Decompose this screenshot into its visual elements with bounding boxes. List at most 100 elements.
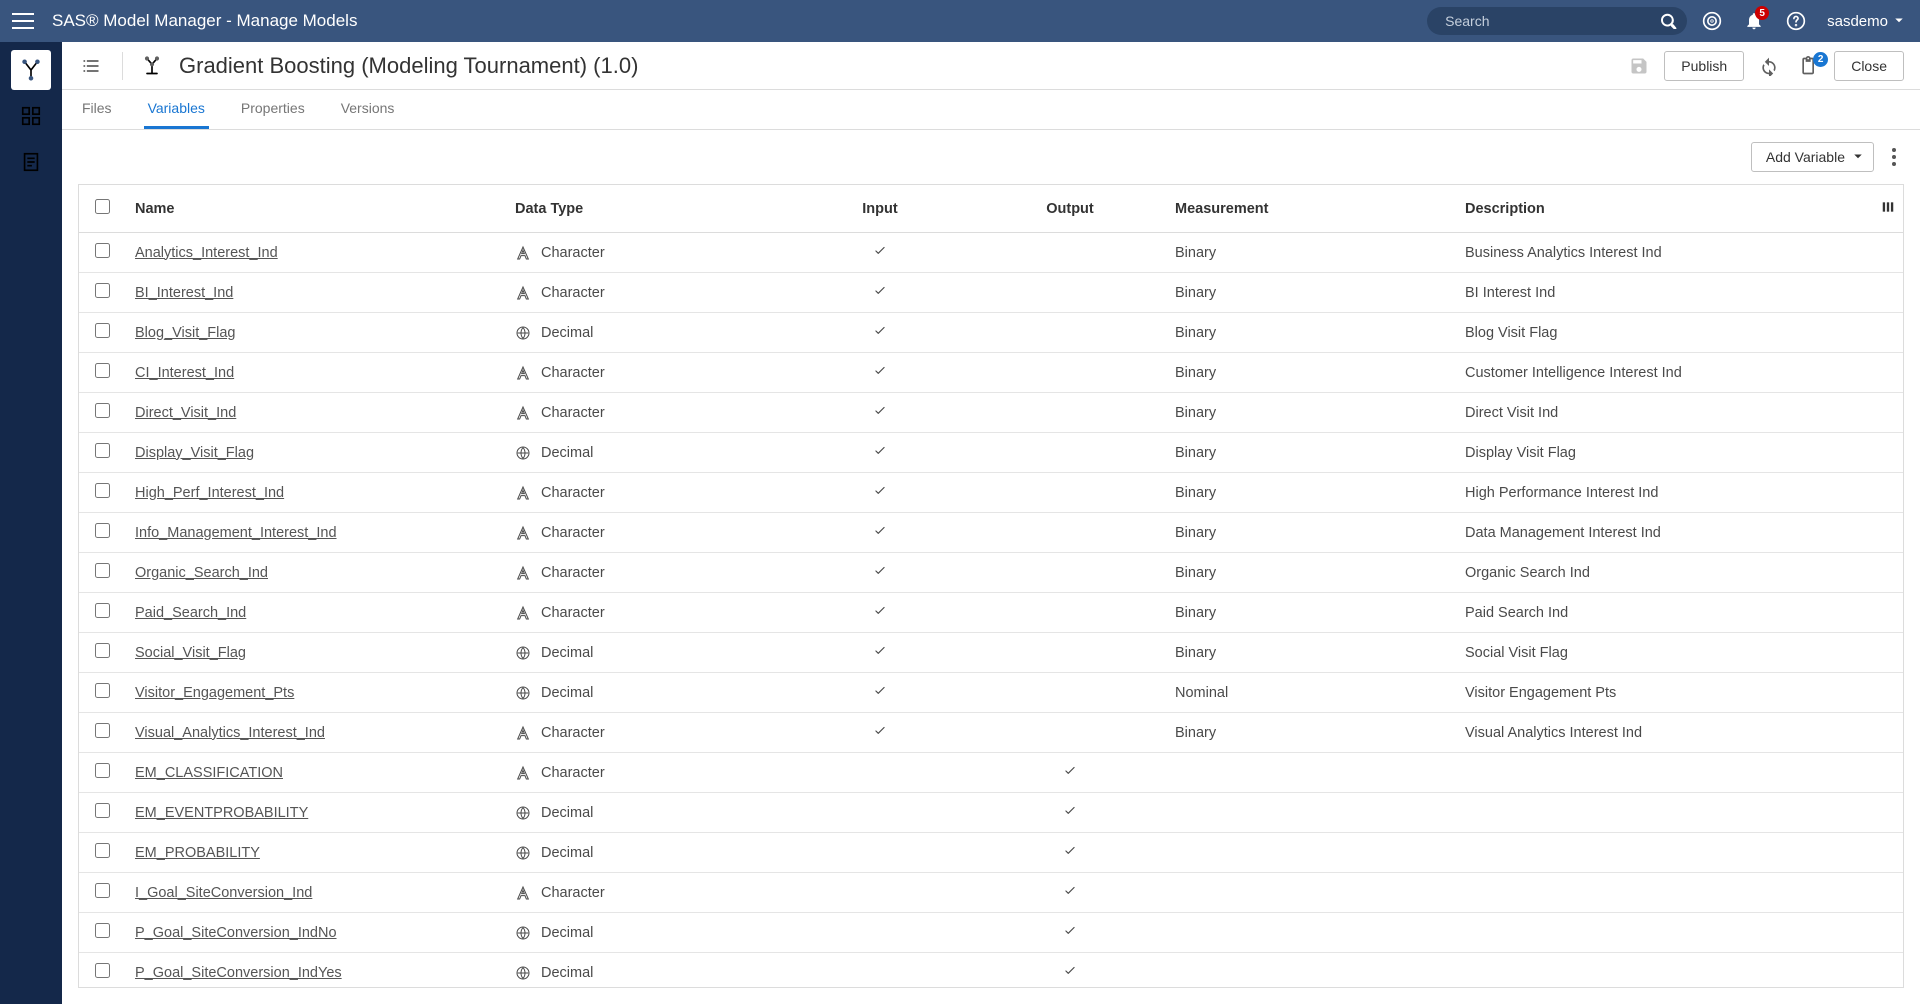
model-icon (139, 53, 165, 79)
input-check-icon (873, 726, 887, 742)
output-check-icon (1063, 846, 1077, 862)
row-checkbox[interactable] (95, 483, 110, 498)
input-check-icon (873, 606, 887, 622)
character-icon (515, 485, 531, 501)
variable-name-link[interactable]: Paid_Search_Ind (135, 605, 246, 621)
targets-icon[interactable] (1695, 4, 1729, 38)
col-measurement[interactable]: Measurement (1165, 185, 1455, 233)
variable-name-link[interactable]: Social_Visit_Flag (135, 645, 246, 661)
data-type-value: Character (541, 565, 605, 581)
table-row: Paid_Search_IndCharacterBinaryPaid Searc… (79, 593, 1903, 633)
variable-name-link[interactable]: Info_Management_Interest_Ind (135, 525, 337, 541)
variable-name-link[interactable]: Organic_Search_Ind (135, 565, 268, 581)
measurement-value: Nominal (1175, 685, 1228, 701)
character-icon (515, 605, 531, 621)
row-checkbox[interactable] (95, 883, 110, 898)
data-type-value: Decimal (541, 445, 593, 461)
data-type-value: Character (541, 725, 605, 741)
variable-name-link[interactable]: High_Perf_Interest_Ind (135, 485, 284, 501)
row-checkbox[interactable] (95, 643, 110, 658)
col-manage-columns[interactable] (1873, 185, 1903, 233)
variable-name-link[interactable]: Visitor_Engagement_Pts (135, 685, 294, 701)
row-checkbox[interactable] (95, 403, 110, 418)
page-header: Gradient Boosting (Modeling Tournament) … (62, 42, 1920, 90)
tab-files[interactable]: Files (78, 90, 116, 129)
row-checkbox[interactable] (95, 683, 110, 698)
row-checkbox[interactable] (95, 803, 110, 818)
row-checkbox[interactable] (95, 283, 110, 298)
col-select-all (79, 185, 125, 233)
variable-name-link[interactable]: Direct_Visit_Ind (135, 405, 236, 421)
row-checkbox[interactable] (95, 603, 110, 618)
user-menu[interactable]: sasdemo (1827, 13, 1904, 30)
variable-name-link[interactable]: I_Goal_SiteConversion_Ind (135, 885, 312, 901)
row-checkbox[interactable] (95, 843, 110, 858)
columns-icon (1881, 200, 1895, 214)
character-icon (515, 725, 531, 741)
variable-name-link[interactable]: P_Goal_SiteConversion_IndYes (135, 965, 342, 981)
row-checkbox[interactable] (95, 963, 110, 978)
add-variable-button[interactable]: Add Variable (1751, 142, 1874, 172)
row-checkbox[interactable] (95, 923, 110, 938)
rail-projects[interactable] (11, 96, 51, 136)
col-data-type[interactable]: Data Type (505, 185, 785, 233)
description-value: Visitor Engagement Pts (1465, 685, 1616, 701)
rail-models[interactable] (11, 50, 51, 90)
row-checkbox[interactable] (95, 443, 110, 458)
variable-name-link[interactable]: Visual_Analytics_Interest_Ind (135, 725, 325, 741)
select-all-checkbox[interactable] (95, 199, 110, 214)
table-row: EM_PROBABILITYDecimal (79, 833, 1903, 873)
col-name[interactable]: Name (125, 185, 505, 233)
variable-name-link[interactable]: BI_Interest_Ind (135, 285, 233, 301)
col-output[interactable]: Output (975, 185, 1165, 233)
clipboard-button[interactable]: 2 (1794, 56, 1824, 76)
tab-versions[interactable]: Versions (337, 90, 399, 129)
measurement-value: Binary (1175, 445, 1216, 461)
list-toggle-icon[interactable] (78, 53, 104, 79)
description-value: BI Interest Ind (1465, 285, 1555, 301)
save-button[interactable] (1624, 56, 1654, 76)
col-description[interactable]: Description (1455, 185, 1873, 233)
decimal-icon (515, 845, 531, 861)
tab-variables[interactable]: Variables (144, 90, 209, 129)
measurement-value: Binary (1175, 285, 1216, 301)
search-input[interactable] (1445, 13, 1661, 29)
row-checkbox[interactable] (95, 763, 110, 778)
character-icon (515, 765, 531, 781)
variable-name-link[interactable]: EM_EVENTPROBABILITY (135, 805, 308, 821)
row-checkbox[interactable] (95, 323, 110, 338)
hamburger-menu-icon[interactable] (12, 10, 34, 32)
table-row: Direct_Visit_IndCharacterBinaryDirect Vi… (79, 393, 1903, 433)
row-checkbox[interactable] (95, 523, 110, 538)
variable-name-link[interactable]: EM_CLASSIFICATION (135, 765, 283, 781)
character-icon (515, 365, 531, 381)
decimal-icon (515, 925, 531, 941)
variable-name-link[interactable]: CI_Interest_Ind (135, 365, 234, 381)
refresh-button[interactable] (1754, 56, 1784, 76)
variable-name-link[interactable]: Analytics_Interest_Ind (135, 245, 278, 261)
row-checkbox[interactable] (95, 363, 110, 378)
character-icon (515, 285, 531, 301)
tab-properties[interactable]: Properties (237, 90, 309, 129)
more-options-button[interactable] (1884, 148, 1904, 166)
variable-name-link[interactable]: P_Goal_SiteConversion_IndNo (135, 925, 337, 941)
publish-button[interactable]: Publish (1664, 51, 1744, 81)
data-type-value: Decimal (541, 965, 593, 981)
table-row: EM_EVENTPROBABILITYDecimal (79, 793, 1903, 833)
col-input[interactable]: Input (785, 185, 975, 233)
help-icon[interactable] (1779, 4, 1813, 38)
table-row: Display_Visit_FlagDecimalBinaryDisplay V… (79, 433, 1903, 473)
rail-reports[interactable] (11, 142, 51, 182)
variable-name-link[interactable]: Blog_Visit_Flag (135, 325, 236, 341)
row-checkbox[interactable] (95, 723, 110, 738)
row-checkbox[interactable] (95, 243, 110, 258)
variable-name-link[interactable]: EM_PROBABILITY (135, 845, 260, 861)
row-checkbox[interactable] (95, 563, 110, 578)
close-button[interactable]: Close (1834, 51, 1904, 81)
output-check-icon (1063, 966, 1077, 982)
global-search[interactable] (1427, 7, 1687, 35)
decimal-icon (515, 645, 531, 661)
notifications-icon[interactable]: 5 (1737, 4, 1771, 38)
variables-table-wrap: Name Data Type Input Output Measurement … (78, 184, 1904, 988)
variable-name-link[interactable]: Display_Visit_Flag (135, 445, 254, 461)
